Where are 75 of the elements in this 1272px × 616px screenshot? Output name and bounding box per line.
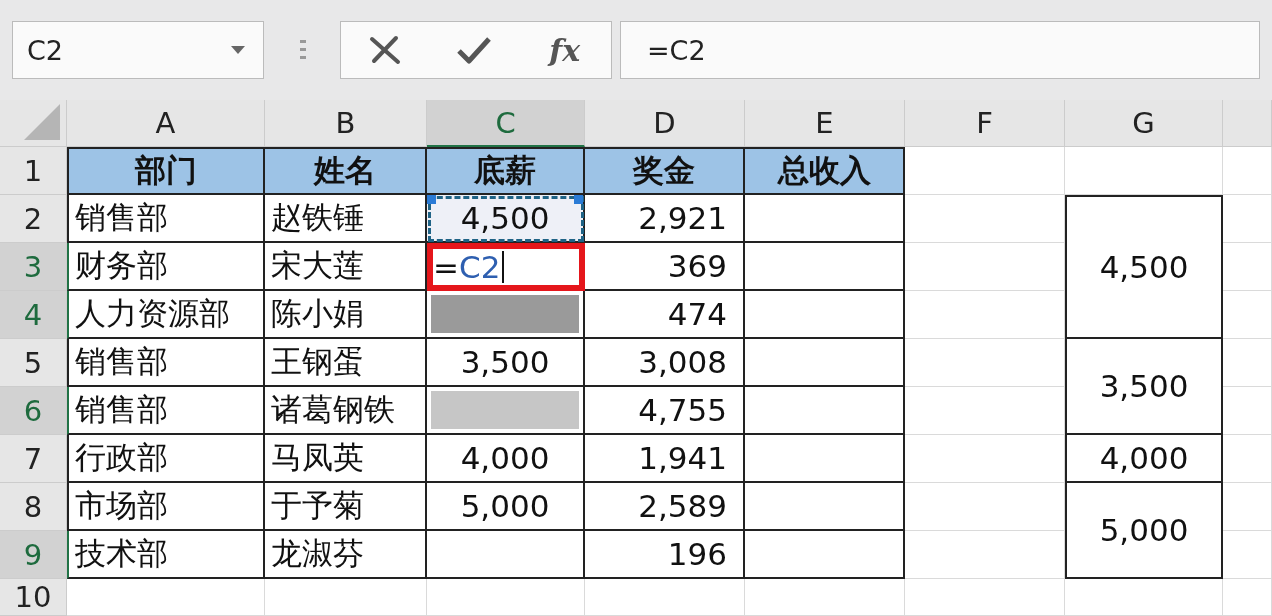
table-header-cell: 部门	[67, 147, 265, 195]
merged-cell: 4,000	[1065, 435, 1223, 483]
table-cell: 4,500	[427, 195, 585, 243]
table-cell: 行政部	[67, 435, 265, 483]
table-cell: 3,008	[585, 339, 745, 387]
empty-cell	[1223, 291, 1272, 339]
merged-cell: 3,500	[1065, 339, 1223, 435]
table-cell: 技术部	[67, 531, 265, 579]
table-cell: 2,921	[585, 195, 745, 243]
table-cell: 4,000	[427, 435, 585, 483]
row-header[interactable]: 10	[0, 579, 67, 616]
table-cell: 196	[585, 531, 745, 579]
table-cell: 人力资源部	[67, 291, 265, 339]
table-cell: 于予菊	[265, 483, 427, 531]
text-cursor	[502, 251, 505, 283]
row-header[interactable]: 6	[0, 387, 67, 435]
empty-cell	[1223, 579, 1272, 616]
row-header[interactable]: 4	[0, 291, 67, 339]
table-cell: 369	[585, 243, 745, 291]
table-cell: 市场部	[67, 483, 265, 531]
column-header[interactable]: G	[1065, 100, 1223, 147]
column-header[interactable]: E	[745, 100, 905, 147]
grip-icon[interactable]	[300, 40, 306, 60]
dropdown-arrow-icon[interactable]	[231, 46, 245, 54]
table-cell: 马凤英	[265, 435, 427, 483]
empty-cell	[1223, 531, 1272, 579]
table-cell: 1,941	[585, 435, 745, 483]
table-cell: 销售部	[67, 195, 265, 243]
column-header[interactable]: A	[67, 100, 265, 147]
column-header[interactable]: D	[585, 100, 745, 147]
table-cell: 5,000	[427, 483, 585, 531]
table-cell: 诸葛钢铁	[265, 387, 427, 435]
table-cell: 龙淑芬	[265, 531, 427, 579]
empty-cell	[1223, 243, 1272, 291]
table-cell: 474	[585, 291, 745, 339]
empty-cell	[1223, 435, 1272, 483]
table-cell: 3,500	[427, 339, 585, 387]
table-cell: 4,755	[585, 387, 745, 435]
row-header[interactable]: 7	[0, 435, 67, 483]
empty-cell	[1223, 387, 1272, 435]
table-cell: 销售部	[67, 339, 265, 387]
row-header[interactable]: 8	[0, 483, 67, 531]
insert-function-button[interactable]: fx	[545, 32, 585, 68]
selected-cell[interactable]	[427, 531, 585, 579]
table-cell: 财务部	[67, 243, 265, 291]
column-header[interactable]: C	[427, 100, 585, 147]
merged-cell: 4,500	[1065, 195, 1223, 339]
row-header[interactable]: 5	[0, 339, 67, 387]
table-header-cell: 总收入	[745, 147, 905, 195]
row-header[interactable]: 3	[0, 243, 67, 291]
table-cell: 宋大莲	[265, 243, 427, 291]
column-header[interactable]: F	[905, 100, 1065, 147]
table-header-cell: 奖金	[585, 147, 745, 195]
row-header[interactable]: 2	[0, 195, 67, 243]
editing-cell[interactable]: =C2	[427, 243, 585, 291]
selected-cell[interactable]	[427, 387, 585, 435]
table-cell: 销售部	[67, 387, 265, 435]
table-cell: 2,589	[585, 483, 745, 531]
selected-cell[interactable]	[427, 291, 585, 339]
name-box[interactable]: C2	[12, 21, 264, 79]
empty-cell	[1223, 339, 1272, 387]
row-header[interactable]: 1	[0, 147, 67, 195]
empty-cell	[1223, 195, 1272, 243]
cancel-icon[interactable]	[367, 35, 402, 65]
check-icon[interactable]	[455, 35, 492, 65]
column-header[interactable]: B	[265, 100, 427, 147]
row-header[interactable]: 9	[0, 531, 67, 579]
empty-cell	[1223, 483, 1272, 531]
table-cell: 陈小娟	[265, 291, 427, 339]
table-cell: 王钢蛋	[265, 339, 427, 387]
empty-cell	[1223, 147, 1272, 195]
merged-cell: 5,000	[1065, 483, 1223, 579]
table-header-cell: 底薪	[427, 147, 585, 195]
table-header-cell: 姓名	[265, 147, 427, 195]
formula-bar[interactable]: =C2	[620, 21, 1260, 79]
